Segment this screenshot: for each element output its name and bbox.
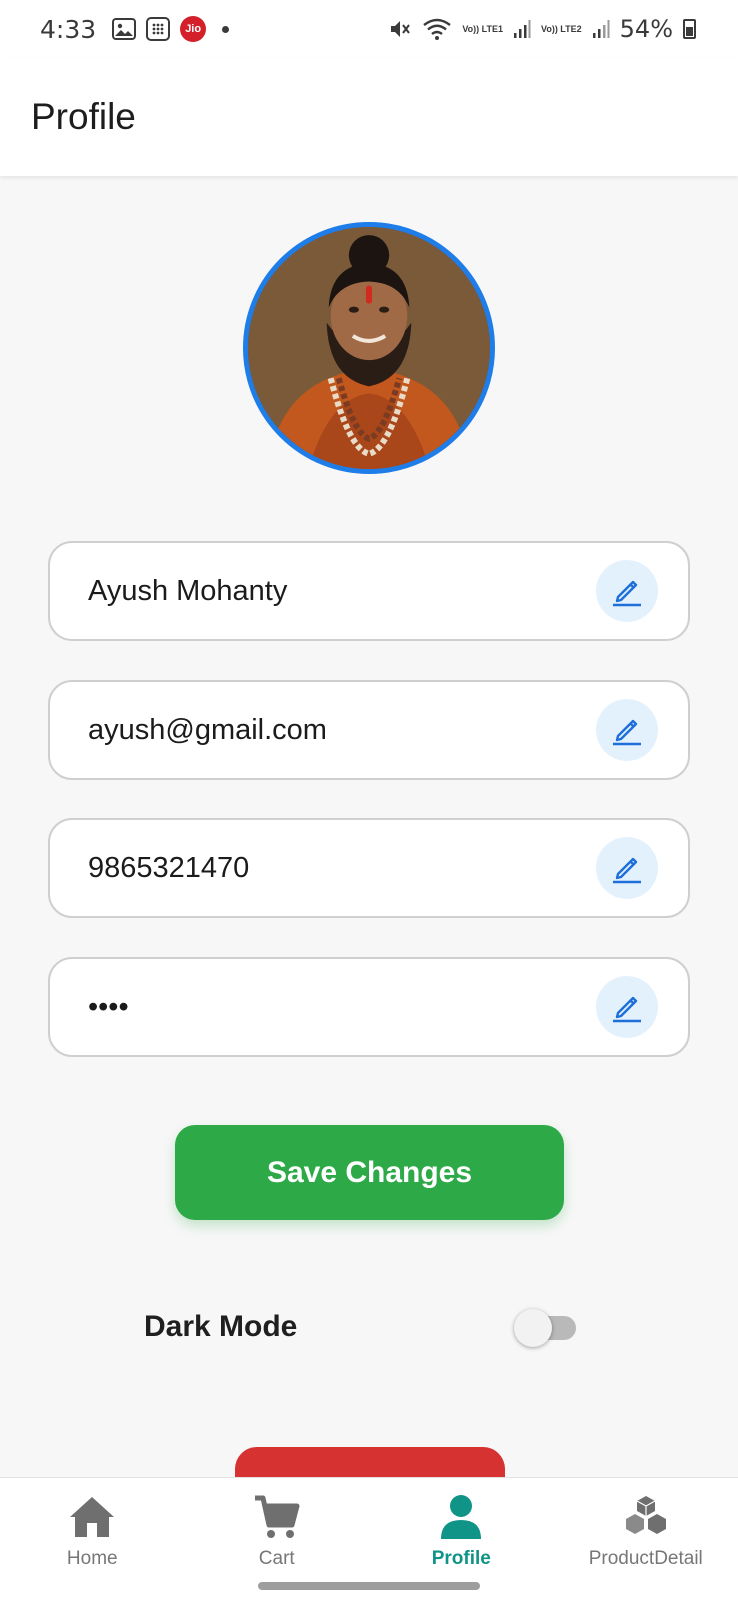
lte2-indicator: Vo)) LTE2 — [540, 24, 582, 34]
nav-cart-label: Cart — [258, 1548, 295, 1569]
nav-profile-label: Profile — [431, 1548, 491, 1569]
profile-avatar[interactable] — [243, 222, 495, 474]
cubes-icon — [621, 1492, 671, 1542]
pencil-icon — [613, 580, 641, 607]
dark-mode-toggle[interactable] — [514, 1307, 576, 1347]
home-icon — [67, 1492, 117, 1542]
signal-2-icon — [592, 19, 610, 39]
gallery-notification-icon — [112, 18, 137, 40]
name-value[interactable]: Ayush Mohanty — [88, 575, 596, 608]
edit-password-button[interactable] — [596, 976, 658, 1038]
lte1-indicator: Vo)) LTE1 — [462, 24, 503, 34]
dark-mode-label: Dark Mode — [144, 1310, 298, 1343]
nav-productdetail[interactable]: ProductDetail — [554, 1478, 738, 1600]
jio-notification-icon: Jio — [180, 16, 207, 42]
wifi-icon — [422, 17, 452, 41]
email-value[interactable]: ayush@gmail.com — [88, 714, 596, 747]
edit-email-button[interactable] — [596, 699, 658, 761]
person-icon — [436, 1492, 486, 1542]
email-field[interactable]: ayush@gmail.com — [48, 680, 690, 780]
pencil-icon — [613, 857, 641, 884]
profile-photo-icon — [248, 227, 490, 469]
gesture-home-bar[interactable] — [258, 1582, 480, 1590]
edit-phone-button[interactable] — [596, 837, 658, 899]
phone-field[interactable]: 9865321470 — [48, 818, 690, 918]
pencil-icon — [613, 719, 641, 746]
status-bar: 4:33 Jio Vo)) LTE1 Vo)) LTE2 54% — [0, 0, 738, 58]
nav-home-label: Home — [66, 1548, 118, 1569]
cart-icon — [252, 1492, 302, 1542]
mute-icon — [388, 17, 412, 41]
dark-mode-row: Dark Mode — [144, 1302, 576, 1352]
status-time: 4:33 — [40, 14, 97, 44]
pencil-icon — [613, 996, 641, 1023]
battery-percent: 54% — [619, 15, 673, 43]
calculator-notification-icon — [146, 17, 171, 41]
page-title: Profile — [31, 96, 136, 137]
app-bar: Profile — [0, 58, 738, 176]
edit-name-button[interactable] — [596, 560, 658, 622]
battery-icon — [683, 19, 696, 39]
nav-productdetail-label: ProductDetail — [588, 1548, 703, 1569]
name-field[interactable]: Ayush Mohanty — [48, 541, 690, 641]
password-value[interactable]: •••• — [88, 991, 596, 1024]
phone-value[interactable]: 9865321470 — [88, 852, 596, 885]
password-field[interactable]: •••• — [48, 957, 690, 1057]
signal-1-icon — [513, 19, 531, 39]
save-changes-button[interactable]: Save Changes — [175, 1125, 564, 1220]
nav-home[interactable]: Home — [0, 1478, 184, 1600]
more-notifications-dot — [222, 25, 230, 33]
toggle-thumb — [514, 1309, 552, 1347]
